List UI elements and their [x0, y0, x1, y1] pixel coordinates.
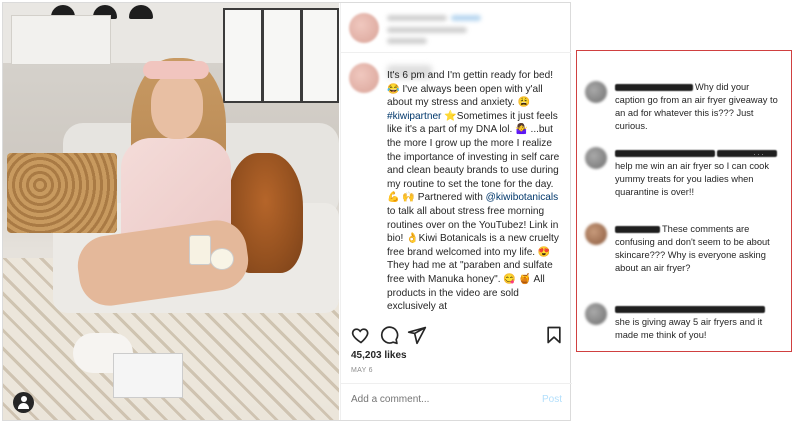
window [223, 8, 339, 103]
comment-input[interactable] [351, 394, 526, 405]
product-jar [210, 248, 234, 270]
comment-body: she is giving away 5 air fryers and it m… [615, 317, 763, 340]
post-photo[interactable] [3, 3, 339, 420]
caption-part: to talk all about stress free morning ro… [387, 205, 559, 313]
redacted-mentions [717, 150, 777, 158]
redacted-username [615, 226, 660, 234]
instagram-post: It's 6 pm and I'm gettin ready for bed! … [2, 2, 572, 421]
sleep-mask [143, 61, 209, 79]
mention-link[interactable]: @kiwibotanicals [486, 192, 559, 203]
kitchen-cabinets [11, 15, 111, 65]
comment-text: Why did your caption go from an air frye… [615, 81, 780, 133]
account-icon[interactable] [13, 392, 34, 413]
comment-icon[interactable] [379, 325, 399, 345]
redacted-username [615, 306, 765, 314]
post-date[interactable]: MAY 6 [351, 367, 373, 374]
post-actions [341, 321, 572, 351]
blurred-follow [451, 15, 481, 21]
caption-text: It's 6 pm and I'm gettin ready for bed! … [387, 69, 567, 313]
caption-part: ⭐Sometimes it just feels like it's a par… [387, 110, 560, 204]
comment-text: These comments are confusing and don't s… [615, 223, 780, 275]
redacted-username [615, 150, 715, 158]
blurred-subtitle [387, 27, 467, 33]
comments-screenshot: Why did your caption go from an air frye… [576, 50, 792, 352]
commenter-avatar [585, 81, 607, 103]
post-caption: It's 6 pm and I'm gettin ready for bed! … [341, 55, 572, 313]
likes-count[interactable]: 45,203 likes [351, 350, 407, 361]
heart-icon[interactable] [351, 325, 371, 345]
more-options-icon[interactable]: ··· [753, 149, 765, 159]
person-face [151, 73, 203, 139]
post-header [341, 3, 571, 53]
blurred-location [387, 38, 427, 44]
comment-body: help me win an air fryer so I can cook y… [615, 161, 769, 197]
books [113, 353, 183, 398]
hashtag-link[interactable]: #kiwipartner [387, 111, 441, 122]
blurred-username [387, 15, 447, 21]
post-comment-button[interactable]: Post [542, 394, 562, 405]
caption-avatar[interactable] [349, 63, 379, 93]
product-bottle [189, 235, 211, 265]
bookmark-icon[interactable] [544, 325, 564, 345]
post-side-panel: It's 6 pm and I'm gettin ready for bed! … [340, 3, 572, 420]
caption-part: It's 6 pm and I'm gettin ready for bed! … [387, 70, 553, 109]
author-avatar[interactable] [349, 13, 379, 43]
coffee-table [7, 153, 117, 233]
commenter-avatar [585, 147, 607, 169]
comment-bar: Post [341, 383, 572, 420]
share-icon[interactable] [407, 325, 427, 345]
redacted-username [615, 84, 693, 92]
more-options-icon[interactable]: ··· [753, 237, 765, 247]
commenter-avatar [585, 303, 607, 325]
comment-text: she is giving away 5 air fryers and it m… [615, 303, 780, 342]
commenter-avatar [585, 223, 607, 245]
